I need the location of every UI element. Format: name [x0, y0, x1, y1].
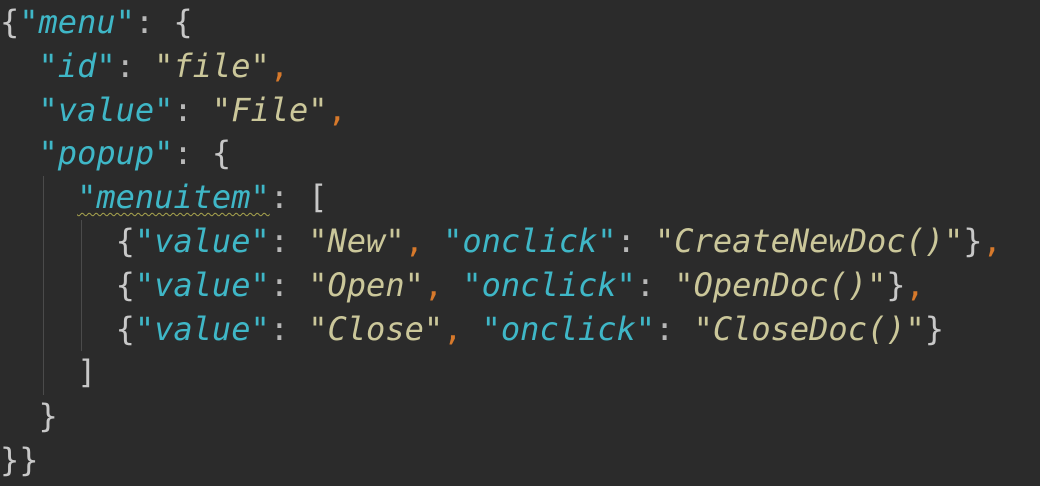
json-string: "File" [211, 90, 328, 129]
indent-guide [81, 219, 83, 264]
json-punctuation: : [173, 134, 193, 173]
code-line-1[interactable]: {"menu": { [0, 1, 1040, 45]
code-line-11[interactable]: }} [0, 439, 1040, 483]
indent-guide [42, 307, 44, 352]
json-comma: , [269, 46, 289, 85]
json-punctuation: } [38, 397, 58, 436]
json-key: "onclick" [443, 221, 617, 260]
json-punctuation: : [269, 178, 289, 217]
json-punctuation: : [134, 3, 155, 41]
json-key: "id" [38, 46, 116, 85]
json-punctuation: : [635, 265, 656, 304]
json-comma: , [404, 221, 424, 260]
json-string: "OpenDoc()" [674, 265, 887, 304]
indent-guide [81, 307, 83, 352]
json-comma: , [423, 265, 444, 304]
json-key: "value" [134, 309, 270, 348]
indent-guide [81, 263, 83, 308]
json-punctuation: { [115, 221, 135, 260]
code-line-4[interactable]: "popup": { [0, 132, 1040, 176]
json-key: "onclick" [481, 309, 656, 348]
json-punctuation: : [616, 221, 636, 260]
json-key: "menu" [19, 3, 135, 41]
json-string: "New" [308, 221, 405, 260]
json-punctuation: ] [77, 353, 97, 392]
json-key: "value" [38, 90, 174, 129]
json-string: "file" [154, 46, 270, 85]
json-punctuation: : [655, 309, 675, 348]
json-key: "popup" [38, 134, 174, 173]
json-string: "CloseDoc()" [693, 309, 925, 348]
json-punctuation: { [211, 134, 232, 173]
indent-guide [42, 263, 44, 308]
json-comma: , [327, 90, 347, 129]
json-key: "menuitem" [77, 178, 270, 217]
json-string: "Open" [308, 265, 424, 304]
json-punctuation: : [269, 265, 289, 304]
json-comma: , [905, 265, 925, 304]
json-punctuation: : [269, 309, 289, 348]
json-punctuation: : [269, 221, 289, 260]
json-key: "value" [134, 221, 270, 260]
json-punctuation: : [173, 90, 193, 129]
code-line-6[interactable]: {"value": "New", "onclick": "CreateNewDo… [0, 219, 1040, 264]
code-line-2[interactable]: "id": "file", [0, 45, 1040, 89]
json-string: "Close" [308, 309, 444, 348]
json-punctuation: { [115, 265, 135, 304]
json-punctuation: { [115, 309, 135, 348]
code-editor[interactable]: {"menu": { "id": "file", "value": "File"… [0, 0, 1040, 486]
code-line-5[interactable]: "menuitem": [ [0, 176, 1040, 220]
json-string: "CreateNewDoc()" [655, 221, 964, 260]
json-comma: , [982, 221, 1002, 260]
code-line-10[interactable]: } [0, 395, 1040, 439]
json-key: "value" [134, 265, 270, 304]
code-line-3[interactable]: "value": "File", [0, 89, 1040, 133]
json-punctuation: } [886, 265, 906, 304]
json-key: "onclick" [462, 265, 636, 304]
json-punctuation: { [0, 3, 20, 41]
json-punctuation: [ [308, 178, 328, 217]
indent-guide [42, 219, 44, 264]
json-punctuation: : [115, 46, 135, 85]
json-punctuation: } [963, 221, 983, 260]
json-punctuation: } [924, 309, 945, 348]
code-line-7[interactable]: {"value": "Open", "onclick": "OpenDoc()"… [0, 263, 1040, 308]
code-line-9[interactable]: ] [0, 351, 1040, 396]
json-comma: , [443, 309, 463, 348]
indent-guide [42, 351, 44, 396]
json-punctuation: } [19, 440, 39, 479]
indent-guide [42, 176, 44, 220]
code-line-8[interactable]: {"value": "Close", "onclick": "CloseDoc(… [0, 307, 1040, 352]
json-punctuation: } [0, 440, 20, 479]
json-punctuation: { [173, 3, 193, 41]
